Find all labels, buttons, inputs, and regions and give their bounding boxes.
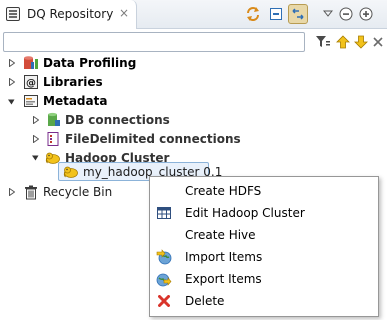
tree-label: FileDelimited connections (65, 132, 241, 146)
collapse-all-icon[interactable] (266, 4, 286, 24)
tab-dq-repository[interactable]: DQ Repository × (0, 0, 137, 29)
arrow-up-icon[interactable] (334, 34, 352, 50)
tree-item-libraries[interactable]: @ Libraries (23, 73, 103, 91)
svg-text:@: @ (26, 78, 36, 89)
filter-icon[interactable] (314, 34, 332, 50)
file-delimited-icon (45, 131, 61, 147)
import-icon (156, 249, 172, 265)
menu-item-label: Create Hive (185, 228, 256, 242)
tree-item-data-profiling[interactable]: Data Profiling (23, 54, 136, 72)
view-menu-icon[interactable] (318, 4, 338, 24)
view-tab-bar: DQ Repository × (0, 0, 387, 29)
export-icon (156, 271, 172, 287)
menu-item-label: Export Items (185, 272, 262, 286)
menu-item-export-items[interactable]: Export Items (150, 268, 378, 290)
sync-icon[interactable] (243, 4, 263, 24)
tab-title: DQ Repository (27, 7, 114, 21)
expand-icon[interactable] (32, 116, 40, 124)
close-icon[interactable] (369, 34, 387, 50)
tree-label: Recycle Bin (43, 185, 113, 199)
tree-label: DB connections (65, 113, 170, 127)
context-menu: Create HDFS Edit Hadoop Cluster Create H… (149, 176, 379, 317)
expand-icon[interactable] (32, 135, 40, 143)
tree-item-filedelimited-connections[interactable]: FileDelimited connections (45, 130, 241, 148)
tree-item-metadata[interactable]: Metadata (23, 92, 107, 110)
tree-label: Data Profiling (43, 56, 137, 70)
menu-item-create-hive[interactable]: Create Hive (150, 224, 378, 246)
hadoop-elephant-icon (63, 164, 79, 180)
minimize-icon[interactable] (336, 4, 356, 24)
menu-item-create-hdfs[interactable]: Create HDFS (150, 180, 378, 202)
db-connection-icon (45, 112, 61, 128)
tree-item-recycle-bin[interactable]: Recycle Bin (23, 183, 112, 201)
tree-label: Libraries (43, 75, 103, 89)
tree-label: Metadata (43, 94, 108, 108)
metadata-icon (23, 93, 39, 109)
filter-input[interactable] (3, 32, 305, 52)
delete-icon (156, 293, 172, 309)
filter-bar (0, 29, 387, 53)
table-icon (156, 205, 172, 221)
collapse-icon[interactable] (7, 98, 15, 106)
expand-icon[interactable] (8, 59, 16, 67)
menu-item-label: Edit Hadoop Cluster (185, 206, 305, 220)
repository-icon (6, 7, 20, 21)
menu-item-label: Create HDFS (185, 184, 262, 198)
arrow-down-icon[interactable] (352, 34, 370, 50)
menu-item-delete[interactable]: Delete (150, 290, 378, 312)
link-with-editor-icon[interactable] (288, 4, 308, 24)
database-icon (23, 55, 39, 71)
menu-item-edit-hadoop-cluster[interactable]: Edit Hadoop Cluster (150, 202, 378, 224)
maximize-icon[interactable] (356, 4, 376, 24)
libraries-icon: @ (23, 74, 39, 90)
menu-item-label: Delete (185, 294, 225, 308)
tree-item-db-connections[interactable]: DB connections (45, 111, 170, 129)
expand-icon[interactable] (8, 78, 16, 86)
trash-icon (23, 184, 39, 200)
close-tab-icon[interactable]: × (118, 7, 130, 19)
collapse-icon[interactable] (31, 154, 39, 162)
menu-item-label: Import Items (185, 250, 263, 264)
menu-item-import-items[interactable]: Import Items (150, 246, 378, 268)
expand-icon[interactable] (8, 188, 16, 196)
